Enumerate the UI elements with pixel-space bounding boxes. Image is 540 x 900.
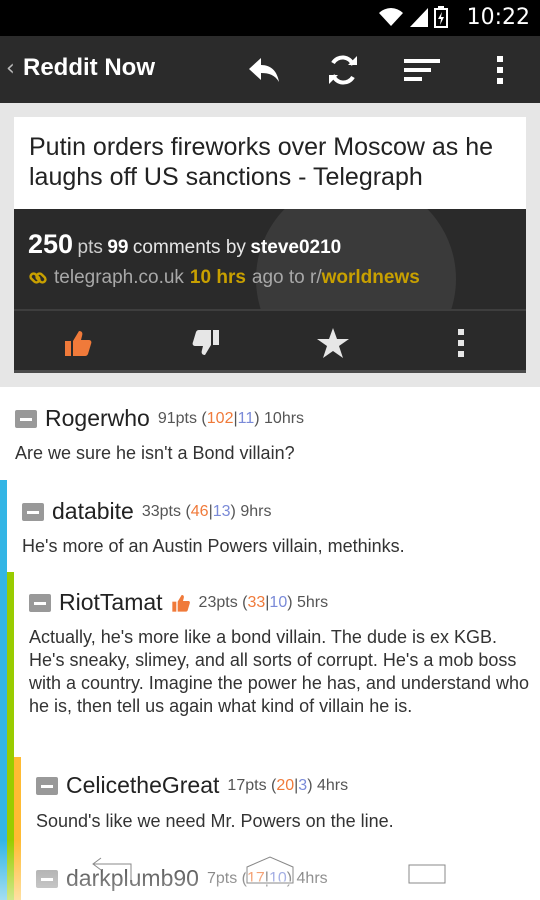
post-author[interactable]: steve0210 — [250, 237, 341, 258]
comment-upvotes: 20 — [276, 776, 295, 794]
sort-icon — [404, 59, 440, 81]
nav-home-button[interactable] — [240, 850, 300, 890]
overflow-menu-button[interactable] — [478, 48, 522, 92]
post-stats: 250 pts 99 comments by steve0210 — [28, 229, 341, 260]
comment-upvotes: 33 — [247, 593, 266, 611]
post-points: 250 — [28, 229, 74, 259]
nav-recents-icon — [407, 857, 453, 885]
nav-back-button[interactable] — [80, 850, 140, 890]
comment-author[interactable]: databite — [52, 498, 134, 525]
post-title: Putin orders fireworks over Moscow as he… — [29, 133, 494, 191]
post-actions — [14, 309, 526, 373]
comment-age: 9hrs — [240, 502, 272, 520]
comment-header: Rogerwho 91pts (102|11) 10hrs — [15, 405, 304, 432]
post-info: 250 pts 99 comments by steve0210 telegra… — [14, 209, 526, 309]
post-subreddit[interactable]: worldnews — [322, 267, 420, 289]
status-bar: 10:22 — [0, 0, 540, 36]
collapse-icon[interactable] — [22, 502, 44, 521]
wifi-icon — [379, 8, 403, 26]
comment-upvotes: 102 — [206, 409, 234, 427]
star-icon — [317, 328, 349, 358]
nav-home-icon — [245, 855, 295, 885]
collapse-icon[interactable] — [15, 409, 37, 428]
comment-upvotes: 46 — [190, 502, 209, 520]
status-icons — [378, 6, 448, 28]
comment-body: Actually, he's more like a bond villain.… — [29, 627, 529, 716]
refresh-button[interactable] — [321, 48, 365, 92]
comment-header: databite 33pts (46|13) 9hrs — [22, 498, 271, 525]
back-chevron-icon[interactable]: ‹ — [6, 56, 15, 81]
comment-points: 33pts — [141, 502, 181, 520]
refresh-icon — [329, 55, 357, 85]
action-bar: ‹ Reddit Now — [0, 36, 540, 103]
downvote-button[interactable] — [186, 325, 226, 361]
post-comments-label: comments by — [132, 237, 246, 258]
sort-button[interactable] — [400, 48, 444, 92]
nav-recents-button[interactable] — [400, 850, 460, 890]
navigation-bar — [0, 840, 540, 900]
comment-points: 17pts — [227, 776, 267, 794]
post-title-card[interactable]: Putin orders fireworks over Moscow as he… — [14, 117, 526, 209]
comment-body: Sound's like we need Mr. Powers on the l… — [36, 811, 394, 831]
comment-downvotes: 11 — [237, 409, 255, 427]
post-points-label: pts — [77, 237, 103, 258]
post-age-label: ago to r/ — [251, 267, 322, 288]
comment-age: 10hrs — [264, 409, 305, 427]
comment-author[interactable]: CelicetheGreat — [66, 772, 219, 799]
comment-meta: 91pts (102|11) 10hrs — [157, 409, 305, 427]
upvoted-icon — [171, 594, 190, 612]
status-time: 10:22 — [466, 5, 530, 30]
reply-button[interactable] — [242, 48, 286, 92]
comment-points: 91pts — [157, 409, 197, 427]
post-comment-count: 99 — [107, 237, 129, 258]
comment-header: RiotTamat 23pts (33|10) 5hrs — [29, 589, 328, 616]
comment-downvotes: 3 — [298, 776, 308, 794]
comment-meta: 23pts (33|10) 5hrs — [198, 593, 329, 611]
post-overflow-button[interactable] — [441, 325, 481, 361]
post-domain[interactable]: telegraph.co.uk — [54, 267, 184, 289]
comment-author[interactable]: Rogerwho — [45, 405, 150, 432]
depth-bar-1 — [0, 480, 7, 900]
downvote-icon — [192, 330, 219, 355]
overflow-menu-icon — [497, 56, 503, 84]
comment-header: CelicetheGreat 17pts (20|3) 4hrs — [36, 772, 348, 799]
comment-meta: 33pts (46|13) 9hrs — [141, 502, 272, 520]
overflow-menu-icon — [458, 329, 464, 357]
comment-body: He's more of an Austin Powers villain, m… — [22, 536, 405, 556]
upvote-icon — [65, 331, 92, 356]
comment-body: Are we sure he isn't a Bond villain? — [15, 443, 295, 463]
app-title[interactable]: Reddit Now — [23, 54, 155, 82]
upvote-button[interactable] — [58, 325, 98, 361]
comment-downvotes: 13 — [212, 502, 231, 520]
collapse-icon[interactable] — [36, 776, 58, 795]
comment-age: 5hrs — [297, 593, 329, 611]
comment-downvotes: 10 — [269, 593, 288, 611]
signal-icon — [410, 8, 428, 27]
post-source: telegraph.co.uk 10 hrs ago to r/worldnew… — [28, 267, 420, 289]
collapse-icon[interactable] — [29, 593, 51, 612]
link-icon — [29, 272, 47, 284]
reply-icon — [249, 58, 279, 82]
comment-points: 23pts — [198, 593, 238, 611]
comment-age: 4hrs — [316, 776, 349, 794]
nav-back-icon — [90, 856, 133, 880]
battery-icon — [434, 6, 448, 28]
comment-author[interactable]: RiotTamat — [59, 589, 163, 616]
comment-meta: 17pts (20|3) 4hrs — [227, 776, 349, 794]
post-age: 10 hrs — [189, 267, 246, 288]
save-button[interactable] — [313, 325, 353, 361]
